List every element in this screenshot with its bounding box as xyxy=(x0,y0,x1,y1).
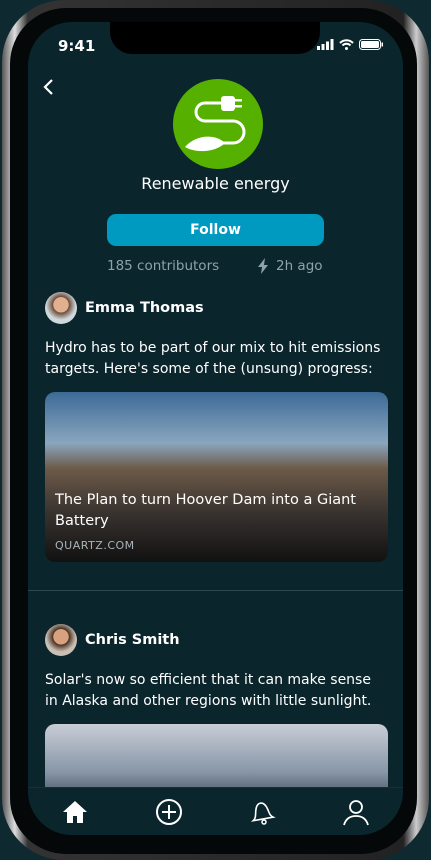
status-icons xyxy=(317,39,383,50)
contributors-count: 185 contributors xyxy=(107,258,220,274)
post: Chris Smith Solar's now so efficient tha… xyxy=(45,624,388,804)
notch xyxy=(110,22,320,54)
status-time: 9:41 xyxy=(58,37,96,55)
post-author[interactable]: Emma Thomas xyxy=(45,292,388,324)
updated-label: 2h ago xyxy=(276,258,323,274)
author-name: Chris Smith xyxy=(85,632,180,648)
tab-home[interactable] xyxy=(55,792,95,832)
screen: 9:41 Renewable energy Follow 185 contrib… xyxy=(28,22,403,835)
post-text: Solar's now so efficient that it can mak… xyxy=(45,672,372,709)
signal-icon xyxy=(317,39,334,50)
avatar xyxy=(45,292,77,324)
home-icon xyxy=(62,800,87,823)
back-button[interactable] xyxy=(42,77,54,102)
post-text: Hydro has to be part of our mix to hit e… xyxy=(45,340,381,377)
battery-icon xyxy=(359,39,383,50)
card-title: The Plan to turn Hoover Dam into a Giant… xyxy=(55,492,356,529)
follow-button[interactable]: Follow xyxy=(107,214,324,246)
topic-title: Renewable energy xyxy=(141,174,290,193)
chevron-left-icon xyxy=(43,79,53,95)
tab-bar xyxy=(28,787,403,835)
card-source: QUARTZ.COM xyxy=(55,539,135,552)
profile-icon xyxy=(343,799,369,825)
wifi-icon xyxy=(339,39,354,50)
tab-add[interactable] xyxy=(149,792,189,832)
divider xyxy=(28,590,403,591)
post-author[interactable]: Chris Smith xyxy=(45,624,388,656)
post: Emma Thomas Hydro has to be part of our … xyxy=(45,292,388,562)
link-card[interactable]: The Plan to turn Hoover Dam into a Giant… xyxy=(45,392,388,562)
author-name: Emma Thomas xyxy=(85,300,204,316)
topic-logo xyxy=(173,79,263,169)
plug-leaf-icon xyxy=(185,96,246,152)
bell-icon xyxy=(251,801,277,825)
add-icon xyxy=(155,798,182,825)
tab-profile[interactable] xyxy=(336,792,376,832)
lightning-icon xyxy=(258,258,268,274)
tab-notifications[interactable] xyxy=(242,792,282,832)
avatar xyxy=(45,624,77,656)
updated-time: 2h ago xyxy=(258,258,323,274)
